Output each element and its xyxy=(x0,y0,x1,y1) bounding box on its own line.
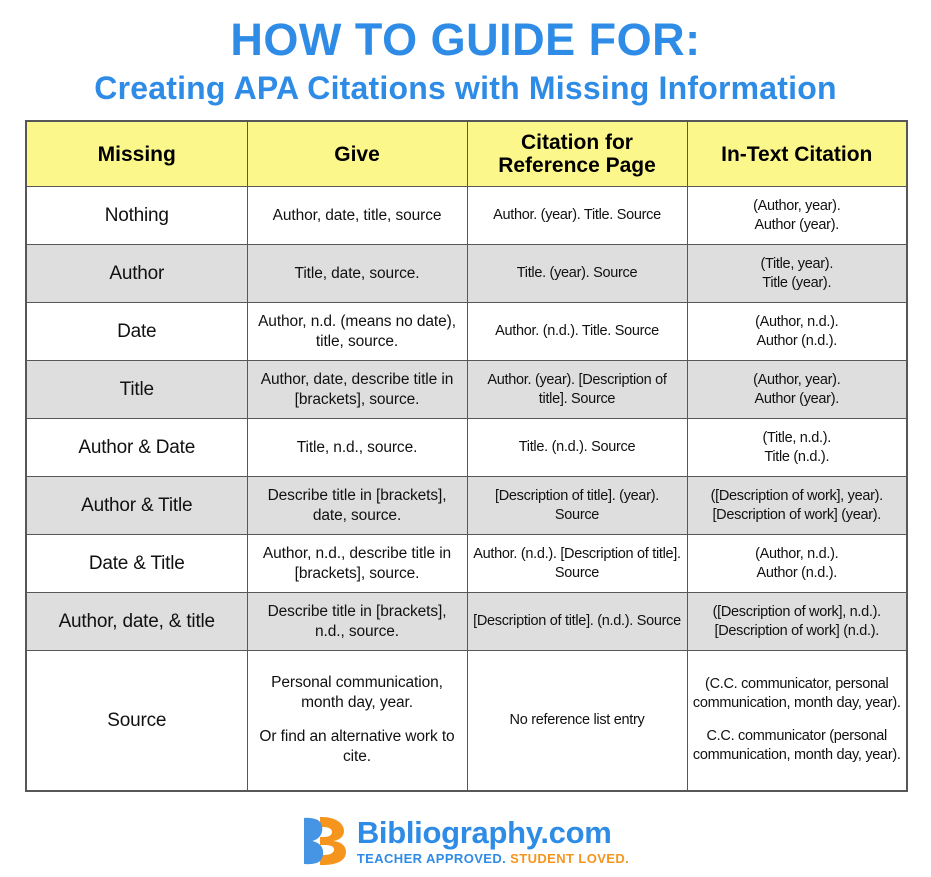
cell-intext: (Author, n.d.). Author (n.d.). xyxy=(686,534,908,593)
cell-intext-part2: C.C. communicator (personal communicatio… xyxy=(692,728,901,764)
bibliography-logo[interactable]: Bibliography.com TEACHER APPROVED. STUDE… xyxy=(302,815,629,867)
cell-missing: Date xyxy=(25,302,248,361)
cell-missing: Title xyxy=(25,360,248,419)
logo-brand-name: Bibliography.com xyxy=(356,814,612,850)
cell-missing: Source xyxy=(25,650,248,791)
cell-intext-part1: (C.C. communicator, personal communicati… xyxy=(692,676,901,712)
cell-reference: [Description of title]. (n.d.). Source xyxy=(466,592,688,651)
cell-intext: (C.C. communicator, personal communicati… xyxy=(686,650,908,791)
page-title-primary: HOW TO GUIDE FOR: xyxy=(230,14,701,65)
page-title-secondary: Creating APA Citations with Missing Info… xyxy=(94,70,837,106)
table-header-row: Missing Give Citation for Reference Page… xyxy=(25,120,908,187)
column-header-give: Give xyxy=(246,120,468,187)
cell-give-part1: Personal communication, month day, year. xyxy=(271,674,443,712)
column-header-reference-line2: Reference Page xyxy=(498,154,656,177)
table-row: Author & Date Title, n.d., source. Title… xyxy=(25,418,908,477)
column-header-missing: Missing xyxy=(25,120,248,187)
page-header: HOW TO GUIDE FOR: Creating APA Citations… xyxy=(0,0,931,108)
cell-give: Author, date, title, source xyxy=(246,186,468,245)
logo-tagline: TEACHER APPROVED. STUDENT LOVED. xyxy=(357,850,629,867)
column-header-intext: In-Text Citation xyxy=(686,120,908,187)
cell-give: Author, n.d. (means no date), title, sou… xyxy=(246,302,468,361)
table-row: Nothing Author, date, title, source Auth… xyxy=(25,186,908,245)
cell-give: Personal communication, month day, year.… xyxy=(246,650,468,791)
cell-reference: Author. (n.d.). [Description of title]. … xyxy=(466,534,688,593)
cell-give: Describe title in [brackets], n.d., sour… xyxy=(246,592,468,651)
how-to-guide-page: HOW TO GUIDE FOR: Creating APA Citations… xyxy=(0,0,931,877)
cell-missing: Author, date, & title xyxy=(25,592,248,651)
cell-reference: Author. (n.d.). Title. Source xyxy=(466,302,688,361)
citation-guide-table: Missing Give Citation for Reference Page… xyxy=(25,120,908,792)
column-header-reference: Citation for Reference Page xyxy=(466,120,688,187)
cell-give-spacer xyxy=(253,713,462,727)
cell-intext: ([Description of work], n.d.). [Descripti… xyxy=(686,592,908,651)
table-row: Date & Title Author, n.d., describe titl… xyxy=(25,534,908,593)
table-row: Author & Title Describe title in [bracke… xyxy=(25,476,908,535)
guide-table-wrapper: Missing Give Citation for Reference Page… xyxy=(25,120,908,792)
cell-give: Author, date, describe title in [bracket… xyxy=(246,360,468,419)
table-row: Source Personal communication, month day… xyxy=(25,650,908,791)
bibliography-b-logo-icon xyxy=(303,817,346,865)
column-header-reference-line1: Citation for xyxy=(521,131,633,154)
logo-text-block: Bibliography.com TEACHER APPROVED. STUDE… xyxy=(357,816,629,867)
cell-give: Title, n.d., source. xyxy=(246,418,468,477)
cell-missing: Date & Title xyxy=(25,534,248,593)
cell-missing: Author & Date xyxy=(25,418,248,477)
cell-intext: (Author, year). Author (year). xyxy=(686,360,908,419)
cell-give: Author, n.d., describe title in [bracket… xyxy=(246,534,468,593)
cell-reference: Author. (year). Title. Source xyxy=(466,186,688,245)
cell-give-part2: Or find an alternative work to cite. xyxy=(259,728,455,766)
table-row: Author Title, date, source. Title. (year… xyxy=(25,244,908,303)
logo-tagline-part1: TEACHER APPROVED. xyxy=(356,850,507,866)
logo-tagline-part2: STUDENT LOVED. xyxy=(510,850,630,866)
cell-intext: (Title, n.d.). Title (n.d.). xyxy=(686,418,908,477)
cell-reference: Author. (year). [Description of title]. … xyxy=(466,360,688,419)
cell-intext: (Title, year). Title (year). xyxy=(686,244,908,303)
cell-missing: Nothing xyxy=(25,186,248,245)
cell-reference: Title. (n.d.). Source xyxy=(466,418,688,477)
page-footer: Bibliography.com TEACHER APPROVED. STUDE… xyxy=(0,815,931,867)
cell-intext: ([Description of work], year). [Descripti… xyxy=(686,476,908,535)
cell-intext-spacer xyxy=(693,713,902,727)
table-row: Title Author, date, describe title in [b… xyxy=(25,360,908,419)
cell-reference: Title. (year). Source xyxy=(466,244,688,303)
cell-intext: (Author, n.d.). Author (n.d.). xyxy=(686,302,908,361)
table-row: Author, date, & title Describe title in … xyxy=(25,592,908,651)
cell-missing: Author & Title xyxy=(25,476,248,535)
cell-give: Describe title in [brackets], date, sour… xyxy=(246,476,468,535)
cell-reference: [Description of title]. (year). Source xyxy=(466,476,688,535)
cell-reference: No reference list entry xyxy=(466,650,688,791)
cell-intext: (Author, year). Author (year). xyxy=(686,186,908,245)
table-row: Date Author, n.d. (means no date), title… xyxy=(25,302,908,361)
cell-missing: Author xyxy=(25,244,248,303)
cell-give: Title, date, source. xyxy=(246,244,468,303)
